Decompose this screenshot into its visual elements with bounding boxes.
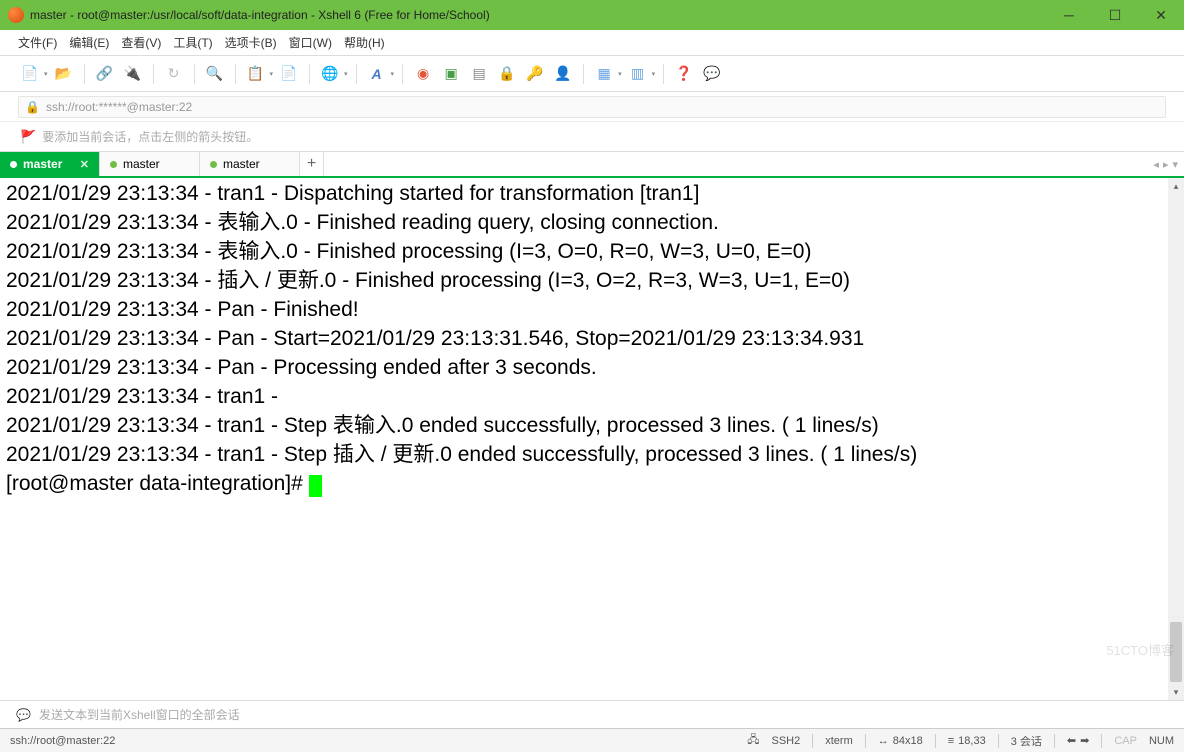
help-icon[interactable]: ❓ <box>672 62 696 86</box>
tab-menu-icon[interactable]: ▾ <box>1172 158 1178 171</box>
send-bar: 💬 发送文本到当前Xshell窗口的全部会话 <box>0 700 1184 728</box>
tab-label: master <box>123 157 160 171</box>
menu-view[interactable]: 查看(V) <box>121 34 161 51</box>
tab-add-button[interactable]: + <box>300 152 324 176</box>
flag-icon: 🚩 <box>20 129 36 145</box>
scroll-track[interactable] <box>1168 194 1184 684</box>
key-icon[interactable]: 🔑 <box>523 62 547 86</box>
tab-label: master <box>23 157 62 171</box>
new-session-icon[interactable]: 📄 <box>18 62 42 86</box>
status-cap: CAP <box>1114 735 1137 747</box>
menu-file[interactable]: 文件(F) <box>18 34 57 51</box>
terminal[interactable]: 2021/01/29 23:13:34 - tran1 - Dispatchin… <box>0 178 1184 700</box>
address-input[interactable]: 🔒 ssh://root:******@master:22 <box>18 96 1166 118</box>
app2-icon[interactable]: ▣ <box>439 62 463 86</box>
status-pos: 18,33 <box>958 735 986 747</box>
nav-right-icon[interactable]: ➡ <box>1080 734 1089 747</box>
copy-icon[interactable]: 📋 <box>244 62 268 86</box>
layout1-icon[interactable]: ▦ <box>592 62 616 86</box>
open-icon[interactable]: 📂 <box>52 62 76 86</box>
cursor-icon <box>309 475 322 497</box>
tab-master-3[interactable]: master <box>200 152 300 176</box>
menu-help[interactable]: 帮助(H) <box>344 34 385 51</box>
minimize-button[interactable]: ─ <box>1046 0 1092 30</box>
maximize-button[interactable]: ☐ <box>1092 0 1138 30</box>
tab-bar: master ✕ master master + ◂ ▸ ▾ <box>0 152 1184 178</box>
status-size: 84x18 <box>893 735 923 747</box>
connect-icon[interactable]: 🔗 <box>93 62 117 86</box>
search-icon[interactable]: 🔍 <box>203 62 227 86</box>
globe-icon[interactable]: 🌐 <box>318 62 342 86</box>
app-logo-icon <box>8 7 24 23</box>
scrollbar[interactable]: ▴ ▾ <box>1168 178 1184 700</box>
close-button[interactable]: ✕ <box>1138 0 1184 30</box>
app3-icon[interactable]: ▤ <box>467 62 491 86</box>
address-text: ssh://root:******@master:22 <box>46 100 192 114</box>
status-proto: SSH2 <box>772 735 801 747</box>
window-title: master - root@master:/usr/local/soft/dat… <box>30 8 1046 22</box>
status-dot-icon <box>110 161 117 168</box>
menu-tabs[interactable]: 选项卡(B) <box>225 34 277 51</box>
size-icon: ↔ <box>878 735 889 747</box>
reconnect-icon[interactable]: ↻ <box>162 62 186 86</box>
tab-close-icon[interactable]: ✕ <box>80 158 89 171</box>
paste-icon[interactable]: 📄 <box>277 62 301 86</box>
pos-icon: ≡ <box>948 735 954 747</box>
tab-label: master <box>223 157 260 171</box>
menu-edit[interactable]: 编辑(E) <box>69 34 109 51</box>
status-num: NUM <box>1149 735 1174 747</box>
chat-send-icon[interactable]: 💬 <box>16 708 31 722</box>
status-ssh-icon: 🖧 <box>747 731 759 750</box>
hint-text: 要添加当前会话，点击左侧的箭头按钮。 <box>42 128 258 145</box>
app1-icon[interactable]: ◉ <box>411 62 435 86</box>
menu-tools[interactable]: 工具(T) <box>173 34 212 51</box>
scroll-down-icon[interactable]: ▾ <box>1168 684 1184 700</box>
status-term: xterm <box>825 735 853 747</box>
watermark: 51CTO博客 <box>1106 637 1174 664</box>
title-bar: master - root@master:/usr/local/soft/dat… <box>0 0 1184 30</box>
terminal-prompt: [root@master data-integration]# <box>6 472 309 495</box>
status-dot-icon <box>210 161 217 168</box>
send-placeholder[interactable]: 发送文本到当前Xshell窗口的全部会话 <box>39 706 240 723</box>
tab-master-2[interactable]: master <box>100 152 200 176</box>
lock-small-icon: 🔒 <box>25 100 40 114</box>
layout2-icon[interactable]: ▥ <box>626 62 650 86</box>
status-dot-icon <box>10 161 17 168</box>
lock-icon[interactable]: 🔒 <box>495 62 519 86</box>
user-icon[interactable]: 👤 <box>551 62 575 86</box>
menu-window[interactable]: 窗口(W) <box>289 34 332 51</box>
tab-next-icon[interactable]: ▸ <box>1163 158 1169 171</box>
address-bar: 🔒 ssh://root:******@master:22 <box>0 92 1184 122</box>
font-icon[interactable]: A <box>365 62 389 86</box>
toolbar: 📄▾ 📂 🔗 🔌 ↻ 🔍 📋▾ 📄 🌐▾ A▾ ◉ ▣ ▤ 🔒 🔑 👤 ▦▾ ▥… <box>0 56 1184 92</box>
status-bar: ssh://root@master:22 🖧 SSH2 xterm ↔ 84x18… <box>0 728 1184 752</box>
menu-bar: 文件(F) 编辑(E) 查看(V) 工具(T) 选项卡(B) 窗口(W) 帮助(… <box>0 30 1184 56</box>
hint-bar: 🚩 要添加当前会话，点击左侧的箭头按钮。 <box>0 122 1184 152</box>
terminal-output: 2021/01/29 23:13:34 - tran1 - Dispatchin… <box>6 182 917 466</box>
tab-master-1[interactable]: master ✕ <box>0 152 100 176</box>
chat-icon[interactable]: 💬 <box>700 62 724 86</box>
disconnect-icon[interactable]: 🔌 <box>121 62 145 86</box>
status-connection: ssh://root@master:22 <box>10 735 115 747</box>
scroll-up-icon[interactable]: ▴ <box>1168 178 1184 194</box>
status-sessions: 3 会话 <box>1011 733 1042 749</box>
tab-prev-icon[interactable]: ◂ <box>1153 158 1159 171</box>
nav-left-icon[interactable]: ⬅ <box>1067 734 1076 747</box>
